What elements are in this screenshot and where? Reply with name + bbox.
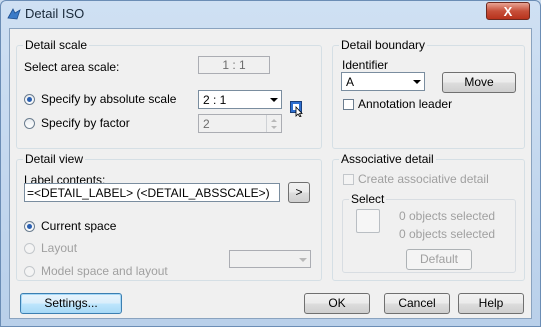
model-space-layout-label[interactable]: Model space and layout	[41, 264, 168, 278]
window-title: Detail ISO	[25, 6, 85, 21]
detail-boundary-label: Detail boundary	[339, 38, 428, 52]
current-space-radio[interactable]	[24, 221, 35, 232]
chevron-up-icon	[271, 119, 277, 122]
dialog-window: Detail ISO X Detail scale Select area sc…	[0, 0, 541, 327]
model-space-layout-radio[interactable]	[24, 266, 35, 277]
label-contents-input[interactable]: =<DETAIL_LABEL> (<DETAIL_ABSSCALE>)	[24, 183, 280, 202]
factor-stepper	[266, 115, 282, 132]
chevron-down-icon	[413, 80, 421, 84]
factor-value: 2	[203, 117, 210, 131]
area-scale-field: 1 : 1	[198, 56, 270, 74]
absolute-scale-dropdown[interactable]: 2 : 1	[198, 90, 282, 109]
cancel-button[interactable]: Cancel	[384, 293, 450, 314]
layout-radio[interactable]	[24, 243, 35, 254]
pick-scale-icon[interactable]	[290, 101, 304, 117]
ok-button[interactable]: OK	[304, 293, 370, 314]
layout-label[interactable]: Layout	[41, 241, 77, 255]
annotation-leader-checkbox[interactable]	[343, 99, 354, 110]
chevron-down-icon	[270, 98, 278, 102]
select-area-scale-label: Select area scale:	[24, 60, 120, 74]
identifier-dropdown[interactable]: A	[341, 72, 425, 91]
close-button[interactable]: X	[486, 2, 530, 20]
settings-button[interactable]: Settings...	[20, 293, 122, 314]
detail-view-label: Detail view	[23, 152, 86, 166]
help-button[interactable]: Help	[458, 293, 524, 314]
current-space-label[interactable]: Current space	[41, 219, 116, 233]
objects-selected-1: 0 objects selected	[399, 209, 496, 223]
insert-field-button[interactable]: >	[288, 182, 310, 203]
identifier-label: Identifier	[342, 58, 389, 72]
default-button[interactable]: Default	[406, 249, 472, 270]
factor-label[interactable]: Specify by factor	[41, 116, 130, 130]
absolute-scale-value: 2 : 1	[203, 93, 227, 107]
factor-spinner: 2	[198, 114, 282, 133]
associative-detail-label: Associative detail	[339, 152, 436, 166]
chevron-down-icon	[271, 126, 277, 129]
move-button[interactable]: Move	[442, 72, 516, 93]
chevron-down-icon	[299, 258, 307, 262]
select-label: Select	[349, 192, 387, 206]
absolute-scale-label[interactable]: Specify by absolute scale	[41, 92, 176, 106]
title-bar[interactable]: Detail ISO X	[1, 1, 540, 27]
identifier-value: A	[346, 75, 355, 89]
absolute-scale-radio[interactable]	[24, 94, 35, 105]
app-icon	[7, 8, 21, 20]
detail-scale-label: Detail scale	[23, 38, 90, 52]
factor-radio[interactable]	[24, 118, 35, 129]
select-objects-button[interactable]	[356, 209, 380, 233]
objects-selected-2: 0 objects selected	[399, 227, 496, 241]
dialog-client: Detail scale Select area scale: 1 : 1 Sp…	[9, 28, 532, 319]
layout-dropdown[interactable]	[229, 250, 311, 268]
label-contents-value: =<DETAIL_LABEL> (<DETAIL_ABSSCALE>)	[27, 186, 270, 200]
create-associative-label[interactable]: Create associative detail	[358, 172, 489, 186]
create-associative-checkbox[interactable]	[343, 174, 354, 185]
annotation-leader-label[interactable]: Annotation leader	[358, 97, 452, 111]
